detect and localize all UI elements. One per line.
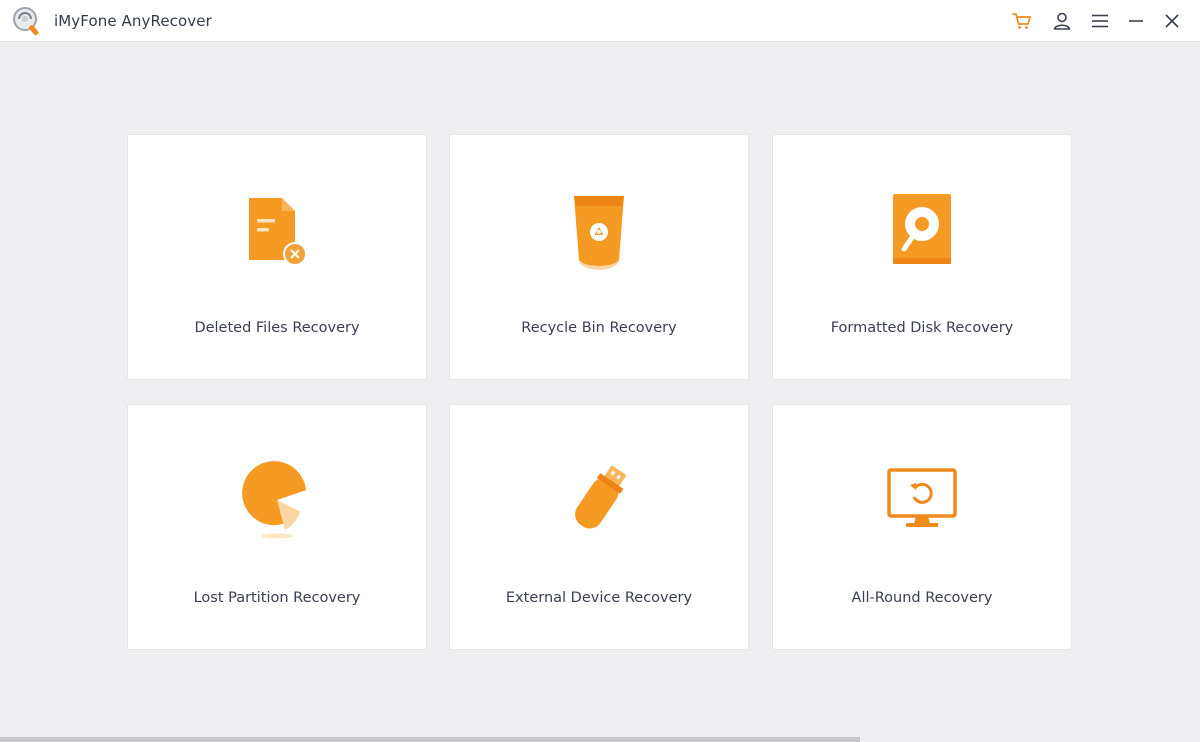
cart-icon — [1012, 13, 1031, 29]
close-icon — [1165, 14, 1179, 28]
card-label: Deleted Files Recovery — [194, 320, 360, 336]
formatted-disk-icon — [893, 194, 951, 264]
minimize-icon — [1129, 20, 1143, 22]
window-scrollbar[interactable] — [0, 737, 860, 742]
lost-partition-icon — [242, 461, 306, 539]
formatted-disk-recovery-card[interactable]: Formatted Disk Recovery — [772, 134, 1072, 380]
card-label: All-Round Recovery — [851, 590, 993, 606]
monitor-refresh-icon — [887, 468, 957, 527]
card-label: Formatted Disk Recovery — [830, 320, 1014, 336]
title-bar: iMyFone AnyRecover — [0, 0, 1200, 42]
cart-button[interactable] — [1009, 8, 1035, 34]
card-label: Recycle Bin Recovery — [521, 320, 677, 336]
app-title: iMyFone AnyRecover — [54, 12, 212, 30]
app-window: iMyFone AnyRecover Deleted Files Recover… — [0, 0, 1200, 742]
deleted-files-recovery-card[interactable]: Deleted Files Recovery — [127, 134, 427, 380]
card-label: Lost Partition Recovery — [193, 590, 361, 606]
card-label: External Device Recovery — [505, 590, 693, 606]
external-device-recovery-card[interactable]: External Device Recovery — [449, 404, 749, 650]
close-button[interactable] — [1159, 8, 1185, 34]
menu-button[interactable] — [1087, 8, 1113, 34]
menu-icon — [1092, 14, 1108, 28]
all-round-recovery-card[interactable]: All-Round Recovery — [772, 404, 1072, 650]
recycle-bin-icon — [574, 196, 624, 270]
lost-partition-recovery-card[interactable]: Lost Partition Recovery — [127, 404, 427, 650]
recovery-mode-grid: Deleted Files Recovery Recycle Bin Recov… — [127, 134, 1073, 650]
app-logo-icon — [13, 7, 39, 36]
usb-drive-icon — [575, 465, 627, 529]
deleted-file-icon — [249, 198, 307, 266]
recycle-bin-recovery-card[interactable]: Recycle Bin Recovery — [449, 134, 749, 380]
user-icon — [1053, 12, 1071, 30]
minimize-button[interactable] — [1123, 8, 1149, 34]
account-button[interactable] — [1049, 8, 1075, 34]
